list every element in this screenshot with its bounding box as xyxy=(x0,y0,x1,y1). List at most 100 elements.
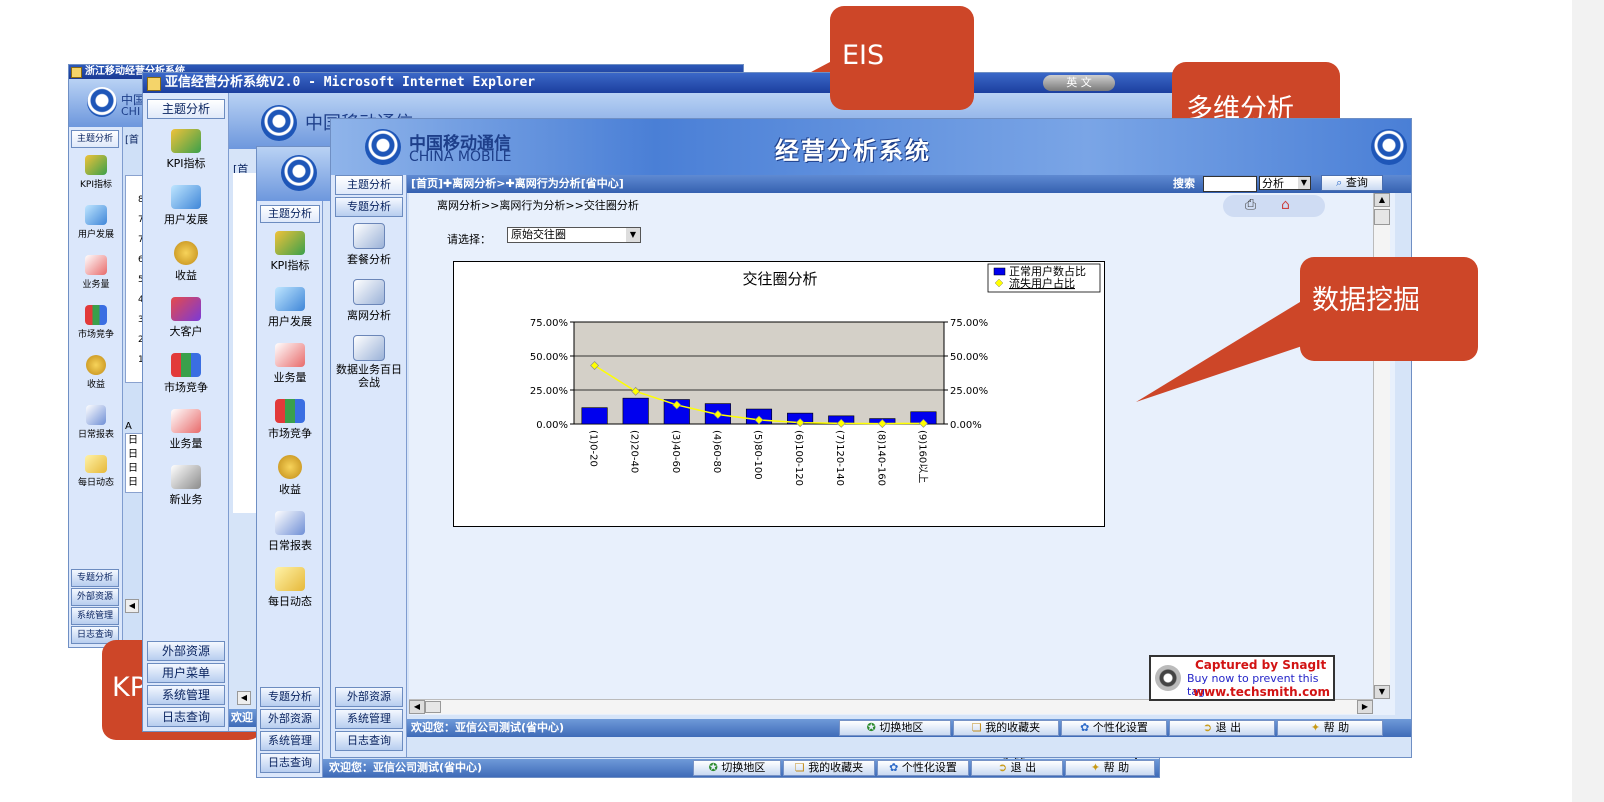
switch-region-button[interactable]: ✪ 切换地区 xyxy=(839,720,951,736)
favorites-icon: ❏ xyxy=(971,721,982,734)
nav-external-resources[interactable]: 外部资源 xyxy=(71,588,119,606)
page-path: 离网分析>>离网行为分析>>交往圈分析 xyxy=(437,199,639,212)
nav-theme-analysis[interactable]: 主题分析 xyxy=(71,130,119,148)
eis-callout: EIS xyxy=(830,6,974,110)
nav-special-analysis[interactable]: 专题分析 xyxy=(335,197,403,217)
scroll-left-button[interactable]: ◀ xyxy=(409,700,425,714)
market-chart-icon xyxy=(275,399,305,423)
sidebar: 主题分析 KPI指标 用户发展 业务量 市场竞争 收益 日常报表 每日动态 专题… xyxy=(69,127,123,647)
nav-system-management[interactable]: 系统管理 xyxy=(147,685,225,705)
help-button[interactable]: ✦ 帮 助 xyxy=(1277,720,1383,736)
nav-log-query[interactable]: 日志查询 xyxy=(147,707,225,727)
home-icon[interactable]: ⌂ xyxy=(1281,197,1290,213)
circle-select[interactable]: 原始交往圈 ▼ xyxy=(507,227,641,243)
sidebar-item-kpi[interactable]: KPI指标 xyxy=(260,231,320,273)
report-icon xyxy=(86,405,106,425)
nav-log-query[interactable]: 日志查询 xyxy=(335,731,403,751)
search-input[interactable] xyxy=(1203,176,1257,192)
market-chart-icon xyxy=(171,353,201,377)
scroll-thumb[interactable] xyxy=(425,701,441,713)
nav-special-analysis[interactable]: 专题分析 xyxy=(71,569,119,587)
logout-button[interactable]: ➲ 退 出 xyxy=(1169,720,1275,736)
breadcrumb-nav[interactable]: [首页]✚离网分析>✚离网行为分析[省中心] xyxy=(411,177,624,190)
select-label: 请选择： xyxy=(447,233,491,246)
window-business-analysis: 中国移动通信 CHINA MOBILE 经营分析系统 [首页]✚离网分析>✚离网… xyxy=(330,118,1412,758)
nav-external-resources[interactable]: 外部资源 xyxy=(260,709,320,729)
scroll-left-button[interactable]: ◀ xyxy=(237,691,251,705)
scroll-right-button[interactable]: ▶ xyxy=(1357,700,1373,714)
sidebar-item-daily-report[interactable]: 日常报表 xyxy=(260,511,320,553)
report-icon xyxy=(275,511,305,535)
analysis-select[interactable]: 分析 ▼ xyxy=(1259,176,1311,190)
nav-special-analysis[interactable]: 专题分析 xyxy=(260,687,320,707)
lightbulb-icon: ✦ xyxy=(1090,761,1101,774)
breadcrumb-fragment: [首 xyxy=(125,135,139,146)
settings-icon: ✿ xyxy=(1080,721,1090,734)
sidebar-item-revenue[interactable]: 收益 xyxy=(147,241,225,283)
sidebar-item-churn-analysis[interactable]: 离网分析 xyxy=(335,279,403,323)
switch-region-button[interactable]: ✪ 切换地区 xyxy=(693,760,781,776)
sidebar-item-user-growth[interactable]: 用户发展 xyxy=(147,185,225,227)
vip-card-icon xyxy=(171,297,201,321)
sidebar-item-daily-news[interactable]: 每日动态 xyxy=(260,567,320,609)
sidebar-item-new-business[interactable]: 新业务 xyxy=(147,465,225,507)
language-button[interactable]: 英 文 xyxy=(1043,75,1115,91)
legend-label: 正常用户数占比 xyxy=(1009,264,1086,278)
sidebar-item-volume[interactable]: 业务量 xyxy=(71,255,121,290)
help-button[interactable]: ✦ 帮 助 xyxy=(1065,760,1155,776)
market-chart-icon xyxy=(85,305,107,325)
print-icon[interactable]: ⎙ xyxy=(1245,197,1256,213)
nav-user-menu[interactable]: 用户菜单 xyxy=(147,663,225,683)
sidebar-item-revenue[interactable]: 收益 xyxy=(71,355,121,390)
query-button[interactable]: ⌕ 查询 xyxy=(1321,175,1383,191)
favorites-button[interactable]: ❏ 我的收藏夹 xyxy=(953,720,1059,736)
nav-theme-analysis[interactable]: 主题分析 xyxy=(147,99,225,119)
sidebar-item-vip[interactable]: 大客户 xyxy=(147,297,225,339)
top-nav-bar: [首页]✚离网分析>✚离网行为分析[省中心] 搜索 分析 ▼ ⌕ 查询 xyxy=(407,175,1411,193)
nav-theme-analysis[interactable]: 主题分析 xyxy=(335,175,403,195)
favorites-button[interactable]: ❏ 我的收藏夹 xyxy=(783,760,875,776)
exit-icon: ➲ xyxy=(997,761,1008,774)
sidebar-item-market[interactable]: 市场竞争 xyxy=(71,305,121,340)
sidebar-item-user-growth[interactable]: 用户发展 xyxy=(71,205,121,240)
logo-en: CHI xyxy=(121,105,141,118)
sidebar: 主题分析 KPI指标 用户发展 业务量 市场竞争 收益 日常报表 每日动态 专题… xyxy=(257,201,323,777)
nav-system-management[interactable]: 系统管理 xyxy=(335,709,403,729)
scroll-up-button[interactable]: ▲ xyxy=(1374,193,1390,207)
sidebar-item-user-growth[interactable]: 用户发展 xyxy=(260,287,320,329)
sidebar-item-daily-report[interactable]: 日常报表 xyxy=(71,405,121,440)
sidebar-item-kpi[interactable]: KPI指标 xyxy=(147,129,225,171)
personalize-button[interactable]: ✿ 个性化设置 xyxy=(877,760,969,776)
sidebar-item-volume[interactable]: 业务量 xyxy=(260,343,320,385)
nav-system-management[interactable]: 系统管理 xyxy=(71,607,119,625)
kpi-icon xyxy=(275,231,305,255)
logout-button[interactable]: ➲ 退 出 xyxy=(971,760,1063,776)
sidebar-item-volume[interactable]: 业务量 xyxy=(147,409,225,451)
scroll-left-button[interactable]: ◀ xyxy=(125,599,139,613)
user-growth-icon xyxy=(171,185,201,209)
x-tick-label: (3)40-60 xyxy=(670,430,681,473)
sidebar-item-revenue[interactable]: 收益 xyxy=(260,455,320,497)
personalize-button[interactable]: ✿ 个性化设置 xyxy=(1061,720,1167,736)
x-tick-label: (2)20-40 xyxy=(629,430,640,473)
nav-system-management[interactable]: 系统管理 xyxy=(260,731,320,751)
header-banner: 中国移动通信 CHINA MOBILE 经营分析系统 xyxy=(331,119,1411,175)
nav-log-query[interactable]: 日志查询 xyxy=(260,753,320,773)
sidebar-item-kpi[interactable]: KPI指标 xyxy=(71,155,121,190)
sidebar-item-package-analysis[interactable]: 套餐分析 xyxy=(335,223,403,267)
sidebar-item-market[interactable]: 市场竞争 xyxy=(147,353,225,395)
scroll-thumb[interactable] xyxy=(1374,209,1390,225)
nav-theme-analysis[interactable]: 主题分析 xyxy=(260,205,320,223)
horizontal-scrollbar[interactable]: ◀ ▶ xyxy=(409,699,1373,714)
legend-label: 流失用户占比 xyxy=(1009,276,1075,290)
sidebar-item-data-campaign[interactable]: 数据业务百日会战 xyxy=(335,335,403,389)
tool-pill: ⎙ ⌂ xyxy=(1223,195,1325,217)
money-bag-icon xyxy=(174,241,198,265)
scroll-down-button[interactable]: ▼ xyxy=(1374,685,1390,699)
window-title: 亚信经营分析系统V2.0 - Microsoft Internet Explor… xyxy=(165,75,536,90)
nav-external-resources[interactable]: 外部资源 xyxy=(147,641,225,661)
sidebar-item-daily-news[interactable]: 每日动态 xyxy=(71,455,121,488)
nav-external-resources[interactable]: 外部资源 xyxy=(335,687,403,707)
sidebar-item-market[interactable]: 市场竞争 xyxy=(260,399,320,441)
y-tick-label-right: 0.00% xyxy=(950,420,982,431)
